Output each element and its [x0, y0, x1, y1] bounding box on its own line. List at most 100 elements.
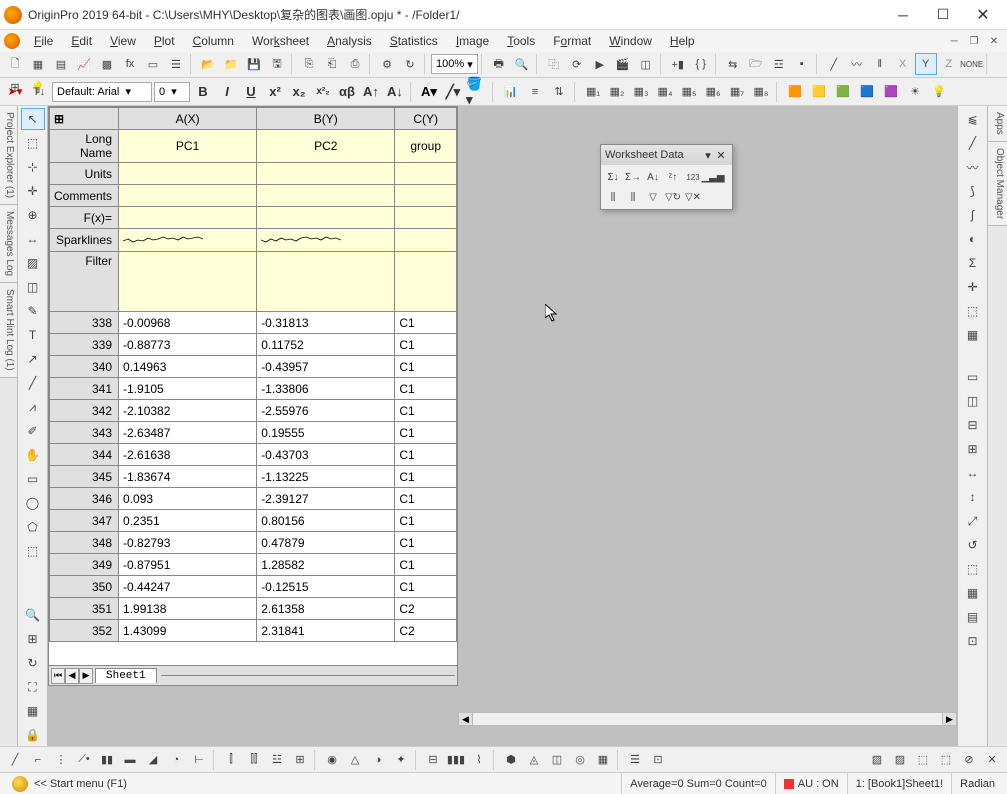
panel-close-icon[interactable]: ✕	[714, 149, 728, 162]
filter-icon[interactable]: ▽	[644, 188, 662, 206]
cell[interactable]: C1	[395, 312, 457, 334]
mask-rect-tool[interactable]: ▨	[21, 252, 45, 274]
import-multi-button[interactable]: ⎙	[344, 53, 366, 75]
palette-4-button[interactable]: 🟦	[856, 81, 878, 103]
dock-apps[interactable]: Apps	[988, 106, 1007, 142]
sheet-nav-prev[interactable]: ◀	[65, 668, 79, 684]
arrow-dropdown-button[interactable]: ➤▾	[4, 81, 26, 103]
cell[interactable]: 0.2351	[119, 510, 257, 532]
increase-font-button[interactable]: A↑	[360, 81, 382, 103]
row-index[interactable]: 346	[50, 488, 119, 510]
row-filter[interactable]: Filter	[50, 252, 119, 312]
stats-row-icon[interactable]: Σ→	[624, 168, 642, 186]
layout-6[interactable]: ↕	[961, 486, 985, 508]
gadget-4[interactable]: ⟆	[961, 180, 985, 202]
rescale-menu-tool[interactable]: ⊞	[21, 628, 45, 650]
palette-1-button[interactable]: 🟧	[784, 81, 806, 103]
cell[interactable]: -2.63487	[119, 422, 257, 444]
bulb-button[interactable]: 💡	[928, 81, 950, 103]
cell[interactable]: C1	[395, 356, 457, 378]
plot-smith[interactable]: ◑	[367, 749, 389, 771]
cell[interactable]: C1	[395, 378, 457, 400]
cell[interactable]: -0.87951	[119, 554, 257, 576]
ws-tool-4[interactable]: ▦₄	[654, 81, 676, 103]
layout-2[interactable]: ◫	[961, 390, 985, 412]
stats-col-button[interactable]: 📊	[500, 81, 522, 103]
longname-b[interactable]: PC2	[257, 130, 395, 163]
filter-reapply-icon[interactable]: ▽↻	[664, 188, 682, 206]
row-index[interactable]: 344	[50, 444, 119, 466]
new-notes-button[interactable]: ☰	[165, 53, 187, 75]
cell[interactable]: C1	[395, 576, 457, 598]
gadget-10[interactable]: ▦	[961, 324, 985, 346]
plot-scatter[interactable]: ⋮	[50, 749, 72, 771]
plot-radar[interactable]: ✦	[390, 749, 412, 771]
menu-window[interactable]: Window	[601, 32, 660, 50]
mask-2[interactable]: ▨	[889, 749, 911, 771]
menu-tools[interactable]: Tools	[499, 32, 543, 50]
cell[interactable]: -0.31813	[257, 312, 395, 334]
bars-icon[interactable]: ▁▃▅	[704, 168, 722, 186]
light-ctrl-button[interactable]: ☀	[904, 81, 926, 103]
layout-10[interactable]: ▦	[961, 582, 985, 604]
cell[interactable]: -2.39127	[257, 488, 395, 510]
cell[interactable]: C1	[395, 334, 457, 356]
cell[interactable]: 0.11752	[257, 334, 395, 356]
sort-desc-icon[interactable]: ᶻ↑	[664, 168, 682, 186]
import-wizard-button[interactable]: ⎘	[298, 53, 320, 75]
gadget-5[interactable]: ∫	[961, 204, 985, 226]
print-preview-button[interactable]: 🔍	[511, 53, 533, 75]
sort-button[interactable]: ⇅	[548, 81, 570, 103]
region-tool[interactable]: ◫	[21, 276, 45, 298]
cell[interactable]: 2.31841	[257, 620, 395, 642]
palette-2-button[interactable]: 🟨	[808, 81, 830, 103]
line-color-button[interactable]: ╱▾	[442, 81, 464, 103]
duplicate-button[interactable]: ⿻	[543, 53, 565, 75]
layout-5[interactable]: ↔	[961, 462, 985, 484]
layout-8[interactable]: ↺	[961, 534, 985, 556]
cell[interactable]: -0.43703	[257, 444, 395, 466]
bold-button[interactable]: B	[192, 81, 214, 103]
code-builder-button[interactable]: { }	[690, 53, 712, 75]
fill-color-button[interactable]: 🪣▾	[466, 81, 488, 103]
row-index[interactable]: 342	[50, 400, 119, 422]
draw-data-tool[interactable]: ✎	[21, 300, 45, 322]
menu-worksheet[interactable]: Worksheet	[244, 32, 317, 50]
palette-3-button[interactable]: 🟩	[832, 81, 854, 103]
col-header-a[interactable]: A(X)	[119, 108, 257, 130]
plot-line-symbol[interactable]: ⟋•	[73, 749, 95, 771]
stats-col-icon[interactable]: Σ↓	[604, 168, 622, 186]
cell[interactable]: -2.61638	[119, 444, 257, 466]
italic-button[interactable]: I	[216, 81, 238, 103]
longname-c[interactable]: group	[395, 130, 457, 163]
decrease-font-button[interactable]: A↓	[384, 81, 406, 103]
cell[interactable]: -0.00968	[119, 312, 257, 334]
cell[interactable]: -0.44247	[119, 576, 257, 598]
hist-icon[interactable]: ⫼	[604, 188, 622, 206]
worksheet-grid[interactable]: ⊞ A(X) B(Y) C(Y) Long Name PC1 PC2 group…	[49, 107, 457, 642]
menu-format[interactable]: Format	[545, 32, 599, 50]
close-button[interactable]: ✕	[963, 1, 1003, 29]
sheet-nav-next[interactable]: ▶	[79, 668, 93, 684]
template-sys[interactable]: ⊡	[647, 749, 669, 771]
row-index[interactable]: 348	[50, 532, 119, 554]
stats-row-button[interactable]: ≡	[524, 81, 546, 103]
menu-file[interactable]: File	[26, 32, 61, 50]
print-button[interactable]: 🖶	[488, 53, 510, 75]
plot-image[interactable]: ▦	[592, 749, 614, 771]
cell[interactable]: 0.093	[119, 488, 257, 510]
cell[interactable]: -0.82793	[119, 532, 257, 554]
ws-tool-6[interactable]: ▦₆	[702, 81, 724, 103]
maximize-button[interactable]: ☐	[923, 1, 963, 29]
plot-3d-surface[interactable]: ◬	[523, 749, 545, 771]
minimize-button[interactable]: ─	[883, 1, 923, 29]
row-index[interactable]: 339	[50, 334, 119, 356]
data-selector-tool[interactable]: ↔	[21, 228, 45, 250]
open-button[interactable]: 📂	[197, 53, 219, 75]
row-units[interactable]: Units	[50, 163, 119, 185]
refresh-button[interactable]: ⟳	[566, 53, 588, 75]
line-tool[interactable]: ╱	[21, 372, 45, 394]
polyline-tool[interactable]: ⩘	[21, 396, 45, 418]
set-x-button[interactable]: X	[892, 53, 914, 75]
cell[interactable]: -0.12515	[257, 576, 395, 598]
